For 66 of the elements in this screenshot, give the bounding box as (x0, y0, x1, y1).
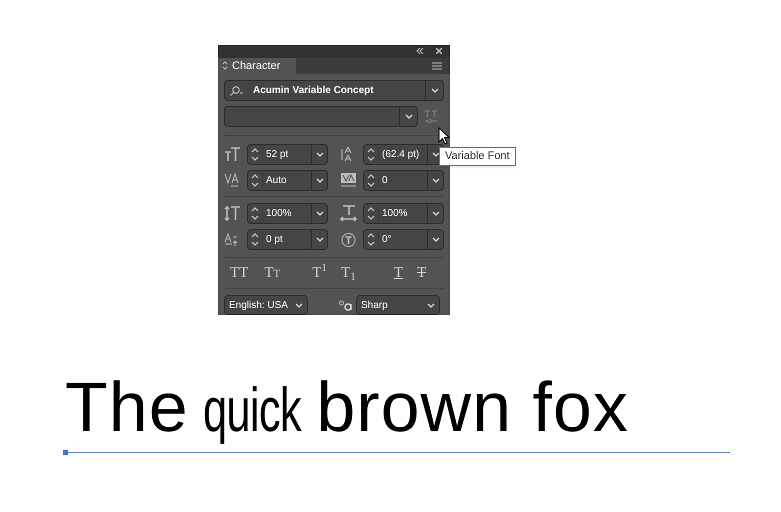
spinner-icon[interactable] (367, 174, 375, 186)
search-icon (229, 86, 245, 96)
text-style-button[interactable]: T$^{1}$ (310, 262, 330, 284)
text-style-button[interactable]: Tt (262, 262, 282, 284)
chevron-down-icon (427, 302, 435, 308)
chevron-down-icon[interactable] (316, 210, 324, 216)
sample-text: quick (202, 380, 300, 442)
number-field[interactable]: (62.4 pt) (363, 144, 444, 164)
panel-tab[interactable]: Character (218, 58, 296, 74)
number-field[interactable]: 0 pt (247, 228, 328, 250)
tab-label: Character (232, 58, 280, 74)
spinner-icon[interactable] (251, 232, 259, 246)
text-style-button[interactable]: TT (228, 262, 250, 284)
menu-icon[interactable] (432, 62, 442, 70)
text-style-button[interactable]: T (392, 262, 405, 284)
vertical-scale-icon (224, 205, 241, 221)
text-style-button[interactable]: T$_{1}$ (339, 262, 358, 284)
number-field[interactable]: Auto (247, 170, 328, 190)
field-value: (62.4 pt) (378, 146, 427, 162)
tooltip: Variable Font (439, 147, 516, 166)
font-style-field[interactable] (224, 106, 418, 127)
field-value: 0° (378, 232, 427, 246)
font-size-icon (224, 146, 241, 162)
chevron-down-icon (295, 302, 303, 308)
field-value: Auto (262, 172, 311, 188)
font-family-field[interactable]: Acumin Variable Concept (224, 80, 444, 101)
chevron-down-icon[interactable] (432, 178, 440, 182)
chevron-down-icon[interactable] (316, 236, 324, 242)
number-field[interactable]: 0 (363, 170, 444, 190)
number-field[interactable]: 52 pt (247, 144, 328, 164)
sample-text: brown fox (316, 372, 629, 442)
text-style-button[interactable]: T (414, 262, 428, 284)
field-value: 52 pt (262, 146, 311, 162)
rotation-icon (340, 231, 357, 247)
horizontal-scale-icon (340, 205, 357, 221)
close-icon[interactable] (436, 48, 442, 54)
sort-icon (222, 61, 228, 70)
kerning-icon (224, 172, 241, 188)
spinner-icon[interactable] (367, 148, 375, 160)
font-family-value: Acumin Variable Concept (252, 84, 375, 98)
anchor-point (63, 450, 68, 455)
anti-aliasing-icon (338, 299, 352, 311)
collapse-icon[interactable] (416, 48, 424, 54)
chevron-down-icon[interactable] (432, 236, 440, 242)
tracking-icon (340, 172, 357, 188)
field-value: 100% (378, 206, 427, 220)
field-value: 0 (378, 172, 427, 188)
spinner-icon[interactable] (367, 232, 375, 246)
field-value: 100% (262, 206, 311, 220)
chevron-down-icon[interactable] (430, 88, 438, 93)
field-value: 0 pt (262, 232, 311, 246)
spinner-icon[interactable] (251, 174, 259, 186)
chevron-down-icon[interactable] (316, 152, 324, 156)
anti-aliasing-dropdown[interactable]: Sharp (356, 295, 440, 315)
language-dropdown[interactable]: English: USA (224, 295, 308, 315)
number-field[interactable]: 100% (363, 202, 444, 224)
number-field[interactable]: 0° (363, 228, 444, 250)
chevron-down-icon[interactable] (316, 178, 324, 182)
chevron-down-icon[interactable] (404, 114, 412, 119)
spinner-icon[interactable] (251, 206, 259, 220)
spinner-icon[interactable] (251, 148, 259, 160)
sample-text: The (65, 372, 189, 442)
spinner-icon[interactable] (367, 206, 375, 220)
cursor-icon (438, 127, 450, 145)
number-field[interactable]: 100% (247, 202, 328, 224)
chevron-down-icon[interactable] (432, 210, 440, 216)
